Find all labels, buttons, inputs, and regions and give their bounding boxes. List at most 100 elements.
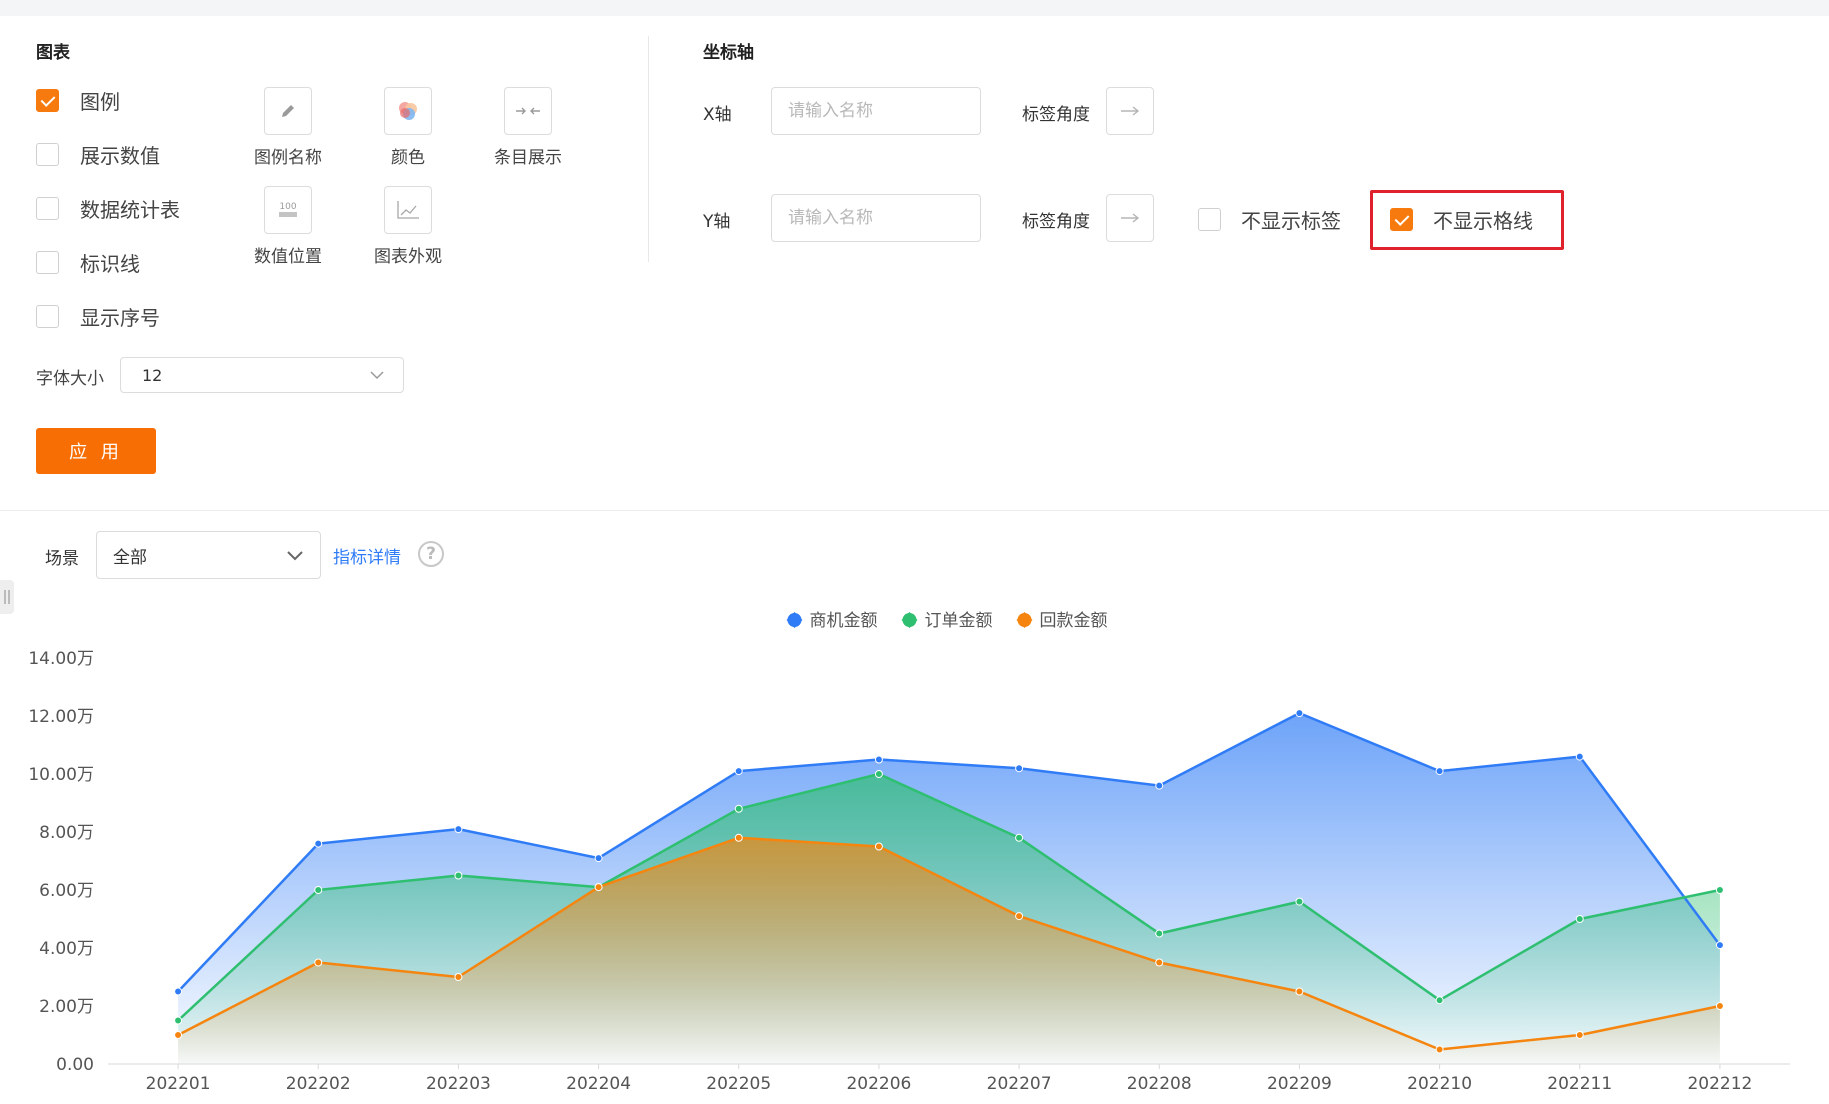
data-table-checkbox-label: 数据统计表 xyxy=(80,197,180,222)
font-size-value: 12 xyxy=(142,365,163,385)
legend-name-button[interactable] xyxy=(264,87,312,135)
font-size-select[interactable]: 12 xyxy=(120,357,404,393)
data-point xyxy=(1295,897,1304,906)
value-position-button[interactable]: 100 xyxy=(264,186,312,234)
y-axis-name-input[interactable] xyxy=(771,194,981,242)
legend-marker-dot xyxy=(787,613,802,627)
x-tick-label: 202211 xyxy=(1547,1074,1612,1094)
marker-line-checkbox[interactable]: 标识线 xyxy=(36,248,140,276)
data-point xyxy=(1155,958,1164,967)
legend-checkbox[interactable]: 图例 xyxy=(36,86,120,114)
pencil-icon xyxy=(282,105,294,117)
chart-appearance-label: 图表外观 xyxy=(374,247,442,267)
scene-select[interactable]: 全部 xyxy=(96,531,321,579)
data-table-checkbox[interactable]: 数据统计表 xyxy=(36,194,180,222)
x-tick-label: 202202 xyxy=(286,1074,351,1094)
value-position-icon: 100 xyxy=(279,202,297,217)
data-point xyxy=(314,839,323,848)
chevron-down-icon xyxy=(287,551,303,561)
y-label-angle-label: 标签角度 xyxy=(1022,212,1090,232)
chart-appearance-button[interactable] xyxy=(384,186,432,234)
legend-label: 回款金额 xyxy=(1040,611,1108,631)
legend-marker-dot xyxy=(902,613,917,627)
data-point xyxy=(1015,833,1024,842)
data-point xyxy=(1715,941,1724,950)
arrow-right-icon xyxy=(1121,106,1140,116)
area-chart: 商机金额 订单金额 回款金额 0.00 2.00万 4.00万 6.00万 8.00万 10.… xyxy=(28,611,1790,1094)
value-position-label: 数值位置 xyxy=(254,247,322,267)
item-display-button[interactable] xyxy=(504,87,552,135)
apply-button[interactable]: 应 用 xyxy=(36,428,156,474)
metric-details-link[interactable]: 指标详情 xyxy=(333,543,401,568)
arrow-right-icon xyxy=(1121,213,1140,223)
hide-labels-checkbox-label: 不显示标签 xyxy=(1241,209,1341,233)
legend-marker-dot xyxy=(1017,613,1032,627)
top-bar xyxy=(0,0,1829,16)
data-table-checkbox-box[interactable] xyxy=(36,196,59,220)
color-label: 颜色 xyxy=(391,148,425,168)
chart-appearance-tool[interactable]: 图表外观 xyxy=(347,186,469,267)
legend-name-label: 图例名称 xyxy=(254,148,322,168)
y-label-angle-button[interactable] xyxy=(1106,194,1154,242)
show-values-checkbox-box[interactable] xyxy=(36,142,59,166)
line-chart-icon xyxy=(397,201,419,219)
hide-labels-checkbox-box[interactable] xyxy=(1198,208,1221,231)
legend-name-tool[interactable]: 图例名称 xyxy=(227,87,349,168)
data-point xyxy=(874,842,883,851)
font-size-label: 字体大小 xyxy=(36,369,104,389)
value-position-tool[interactable]: 100 数值位置 xyxy=(227,186,349,267)
svg-text:100: 100 xyxy=(279,202,296,212)
data-point xyxy=(594,854,603,863)
data-point xyxy=(1435,767,1444,776)
legend-checkbox-label: 图例 xyxy=(80,89,120,114)
color-tool[interactable]: 颜色 xyxy=(347,87,469,168)
y-tick-label: 14.00万 xyxy=(28,649,94,669)
x-tick-label: 202205 xyxy=(706,1074,771,1094)
scene-label: 场景 xyxy=(45,549,79,569)
x-tick-label: 202203 xyxy=(426,1074,491,1094)
show-values-checkbox[interactable]: 展示数值 xyxy=(36,140,160,168)
section-divider xyxy=(648,36,649,262)
show-index-checkbox-label: 显示序号 xyxy=(80,305,160,330)
data-point xyxy=(1015,912,1024,921)
color-circles-icon xyxy=(399,102,417,120)
hide-labels-checkbox[interactable]: 不显示标签 xyxy=(1198,205,1341,234)
x-tick-label: 202204 xyxy=(566,1074,631,1094)
legend-label: 商机金额 xyxy=(810,611,878,631)
axis-section-title: 坐标轴 xyxy=(703,43,754,63)
data-point xyxy=(174,987,183,996)
color-button[interactable] xyxy=(384,87,432,135)
show-values-checkbox-label: 展示数值 xyxy=(80,143,160,168)
marker-line-checkbox-label: 标识线 xyxy=(80,251,140,276)
data-point xyxy=(1295,987,1304,996)
item-display-label: 条目展示 xyxy=(494,148,562,168)
marker-line-checkbox-box[interactable] xyxy=(36,250,59,274)
y-tick-label: 0.00 xyxy=(56,1055,94,1075)
x-tick-label: 202201 xyxy=(146,1074,211,1094)
data-point xyxy=(1715,886,1724,894)
chevron-down-icon xyxy=(370,371,384,380)
x-axis: 202201 202202 202203 202204 202205 202206 2022… xyxy=(108,1063,1790,1094)
x-axis-name-input[interactable] xyxy=(771,87,981,135)
data-point xyxy=(1435,996,1444,1005)
x-tick-label: 202210 xyxy=(1407,1074,1472,1094)
data-point xyxy=(174,1016,183,1025)
data-point xyxy=(1435,1045,1444,1054)
legend-label: 订单金额 xyxy=(925,611,993,631)
data-point xyxy=(874,770,883,778)
show-index-checkbox-box[interactable] xyxy=(36,304,59,328)
item-display-tool[interactable]: 条目展示 xyxy=(467,87,589,168)
data-point xyxy=(1575,752,1584,761)
y-tick-label: 10.00万 xyxy=(28,765,94,785)
x-axis-label: X轴 xyxy=(703,105,732,125)
data-point xyxy=(1155,781,1164,790)
data-point xyxy=(734,767,743,776)
x-label-angle-button[interactable] xyxy=(1106,87,1154,135)
data-point xyxy=(594,883,603,892)
data-point xyxy=(1715,1002,1724,1010)
show-index-checkbox[interactable]: 显示序号 xyxy=(36,302,160,330)
data-point xyxy=(1295,709,1304,718)
legend-checkbox-box[interactable] xyxy=(36,88,59,112)
help-icon[interactable]: ? xyxy=(418,541,444,567)
data-point xyxy=(314,886,323,894)
